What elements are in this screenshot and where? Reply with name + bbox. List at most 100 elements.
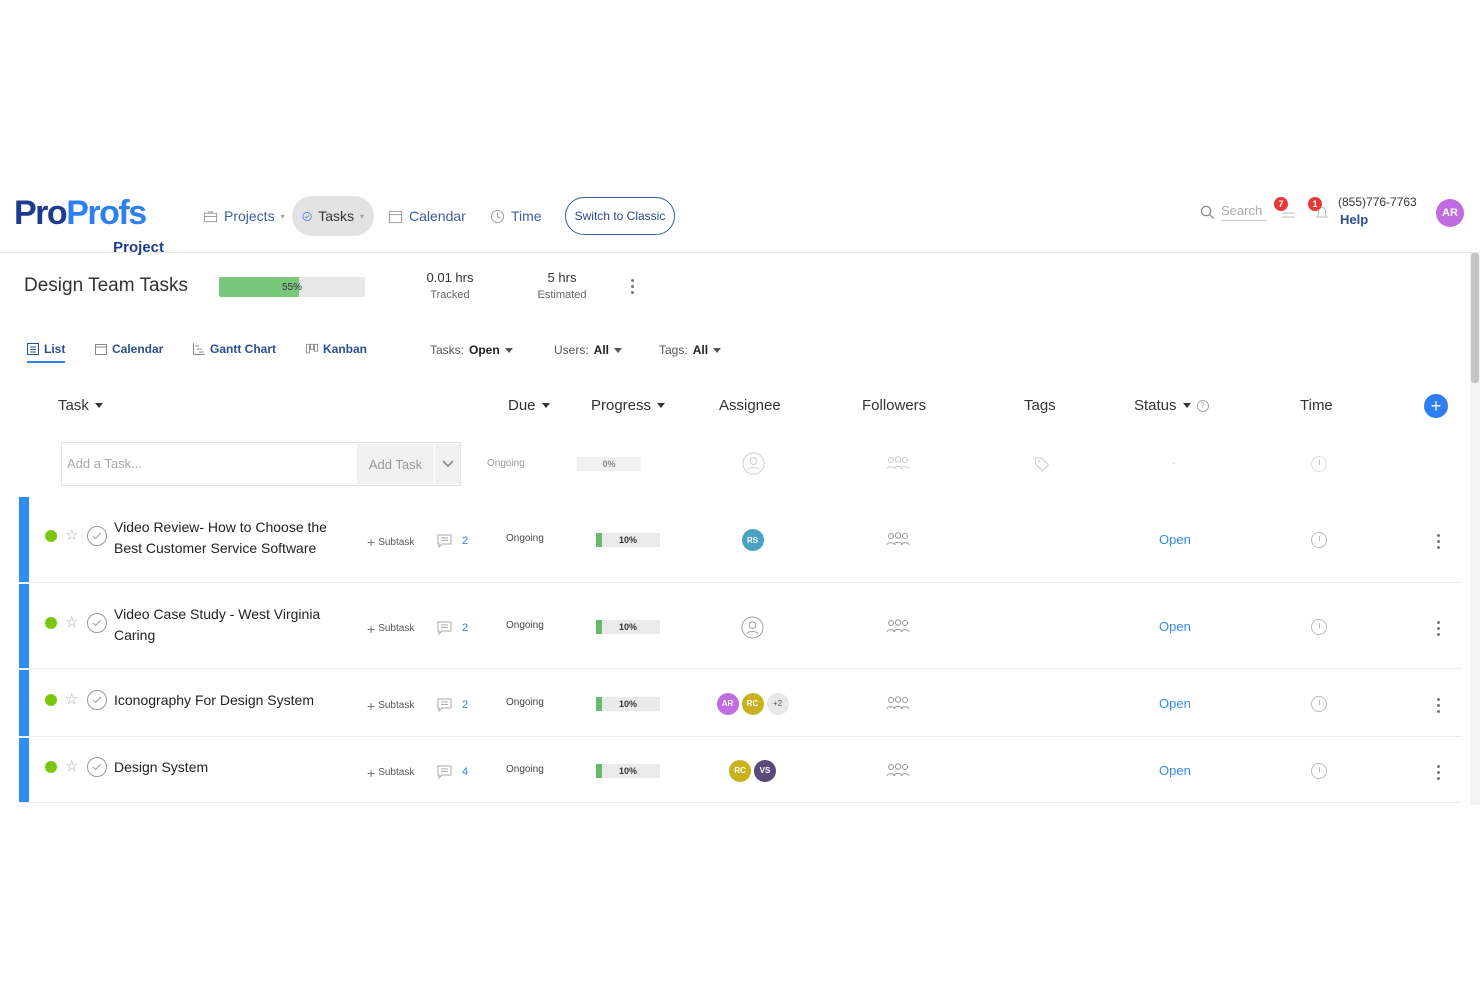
clock-icon[interactable]: [1311, 695, 1327, 712]
comments-button[interactable]: 2: [437, 698, 468, 712]
notifications-button[interactable]: 1: [1308, 197, 1334, 225]
filter-tags[interactable]: Tags: All: [659, 343, 722, 357]
add-task-dropdown[interactable]: [435, 444, 460, 484]
subtask-label: Subtask: [378, 623, 415, 634]
scrollbar[interactable]: [1470, 253, 1480, 805]
view-tab-gantt[interactable]: Gantt Chart: [193, 342, 276, 356]
add-task-input[interactable]: Add a Task...: [67, 456, 142, 471]
task-more-menu[interactable]: [1437, 534, 1440, 549]
followers-icon[interactable]: [885, 618, 911, 634]
assignee-avatar[interactable]: RC: [741, 692, 764, 715]
task-due[interactable]: Ongoing: [506, 697, 544, 708]
add-subtask-button[interactable]: + Subtask: [367, 621, 414, 637]
task-assignees[interactable]: [741, 615, 764, 639]
add-subtask-button[interactable]: + Subtask: [367, 698, 414, 714]
task-row[interactable]: ☆ Video Case Study - West Virginia Carin…: [19, 584, 1462, 669]
task-row[interactable]: ☆ Iconography For Design System + Subtask…: [19, 670, 1462, 737]
comments-button[interactable]: 2: [437, 621, 468, 635]
add-column-button[interactable]: +: [1424, 394, 1448, 418]
complete-checkbox[interactable]: [87, 612, 107, 633]
caret-down-icon: [713, 347, 722, 353]
more-assignees-badge[interactable]: +2: [766, 692, 789, 715]
user-placeholder-icon[interactable]: [741, 615, 764, 639]
clock-icon[interactable]: [1311, 532, 1327, 548]
task-more-menu[interactable]: [1437, 764, 1440, 780]
star-icon[interactable]: ☆: [65, 757, 78, 775]
task-progress-bar[interactable]: 10%: [596, 619, 660, 634]
task-due[interactable]: Ongoing: [506, 620, 544, 631]
task-assignees[interactable]: AR RC +2: [716, 692, 789, 715]
nav-calendar[interactable]: Calendar: [378, 196, 476, 236]
filter-tasks[interactable]: Tasks: Open: [430, 343, 513, 357]
task-assignees[interactable]: RC VS: [729, 759, 776, 782]
view-tab-kanban[interactable]: Kanban: [306, 342, 367, 356]
task-progress-bar[interactable]: 10%: [596, 696, 660, 711]
priority-dot[interactable]: [45, 693, 57, 706]
column-header-progress[interactable]: Progress: [591, 397, 666, 414]
nav-time[interactable]: Time: [480, 196, 552, 236]
view-tab-calendar[interactable]: Calendar: [95, 342, 163, 356]
task-status[interactable]: Open: [1159, 532, 1191, 547]
add-task-button[interactable]: Add Task: [357, 444, 434, 484]
followers-icon[interactable]: [885, 695, 911, 711]
followers-icon[interactable]: [885, 455, 911, 471]
add-subtask-button[interactable]: + Subtask: [367, 765, 414, 781]
assignee-avatar[interactable]: RS: [741, 529, 764, 551]
task-more-menu[interactable]: [1437, 697, 1440, 713]
search-input[interactable]: Search: [1221, 203, 1267, 221]
star-icon[interactable]: ☆: [65, 526, 78, 544]
nav-projects[interactable]: Projects ▾: [193, 196, 295, 236]
add-subtask-button[interactable]: + Subtask: [367, 534, 414, 550]
scrollbar-thumb[interactable]: [1471, 253, 1479, 383]
task-name[interactable]: Design System: [114, 757, 354, 778]
help-link[interactable]: Help: [1340, 212, 1368, 227]
task-name[interactable]: Iconography For Design System: [114, 690, 354, 711]
task-name[interactable]: Video Review- How to Choose the Best Cus…: [114, 517, 339, 559]
proprofs-logo[interactable]: ProProfs Project: [14, 195, 170, 256]
project-more-menu[interactable]: [631, 279, 634, 294]
task-name[interactable]: Video Case Study - West Virginia Caring: [114, 604, 339, 646]
task-due[interactable]: Ongoing: [506, 533, 544, 544]
filter-users[interactable]: Users: All: [554, 343, 623, 357]
clock-icon[interactable]: [1311, 456, 1327, 472]
comments-button[interactable]: 2: [437, 534, 468, 548]
complete-checkbox[interactable]: [87, 689, 107, 710]
followers-icon[interactable]: [885, 531, 911, 547]
task-progress-bar[interactable]: 10%: [596, 533, 660, 547]
user-avatar[interactable]: AR: [1436, 199, 1464, 227]
switch-to-classic-button[interactable]: Switch to Classic: [565, 197, 675, 235]
column-header-due[interactable]: Due: [508, 397, 550, 414]
task-progress-bar[interactable]: 10%: [596, 763, 660, 778]
star-icon[interactable]: ☆: [65, 690, 78, 708]
assignee-avatar[interactable]: RC: [729, 759, 751, 782]
star-icon[interactable]: ☆: [65, 613, 78, 631]
task-assignees[interactable]: RS: [741, 529, 764, 551]
complete-checkbox[interactable]: [87, 526, 107, 546]
search-box[interactable]: Search: [1200, 203, 1267, 221]
task-status[interactable]: Open: [1159, 696, 1191, 711]
task-list-notifications[interactable]: 7: [1274, 197, 1300, 225]
nav-tasks[interactable]: Tasks ▾: [292, 196, 374, 236]
user-placeholder-icon[interactable]: [742, 452, 765, 475]
tag-icon[interactable]: [1034, 456, 1050, 472]
complete-checkbox[interactable]: [87, 756, 107, 777]
clock-icon[interactable]: [1311, 618, 1327, 635]
clock-icon[interactable]: [1311, 762, 1327, 779]
comments-button[interactable]: 4: [437, 765, 468, 779]
column-header-task[interactable]: Task: [58, 397, 103, 414]
task-row[interactable]: ☆ Design System + Subtask 4 Ongoing 10% R…: [19, 738, 1462, 803]
task-status[interactable]: Open: [1159, 763, 1191, 778]
priority-dot[interactable]: [45, 760, 57, 773]
task-due[interactable]: Ongoing: [506, 764, 544, 775]
column-header-status[interactable]: Status ?: [1134, 397, 1209, 414]
help-icon[interactable]: ?: [1196, 399, 1209, 412]
view-tab-list[interactable]: List: [27, 342, 66, 363]
assignee-avatar[interactable]: VS: [754, 759, 776, 782]
task-status[interactable]: Open: [1159, 619, 1191, 634]
priority-dot[interactable]: [45, 616, 57, 629]
priority-dot[interactable]: [45, 530, 57, 542]
assignee-avatar[interactable]: AR: [716, 692, 739, 715]
task-row[interactable]: ☆ Video Review- How to Choose the Best C…: [19, 497, 1462, 583]
task-more-menu[interactable]: [1437, 620, 1440, 636]
followers-icon[interactable]: [885, 762, 911, 778]
